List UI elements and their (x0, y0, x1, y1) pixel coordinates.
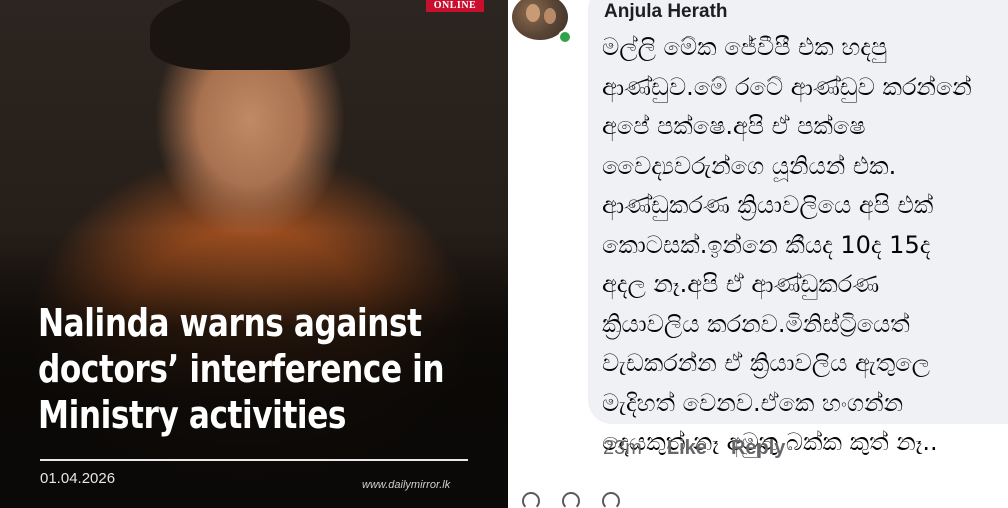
reply-button[interactable]: Reply (731, 437, 785, 460)
comment-panel: Anjula Herath මල්ලි මේක ජේවීපී එක හදපු ආ… (508, 0, 1008, 508)
comment-actions: 23m Like Reply (603, 435, 785, 461)
comment-line: කොටසක්.ඉන්නෙ කීයද 10ද 15ද (602, 230, 931, 259)
news-website: www.dailymirror.lk (362, 479, 451, 491)
share-icon (602, 492, 620, 508)
headline-line-2: doctors’ interference in (38, 347, 445, 391)
comment-line: ක්‍රියාවලිය කරනව.මිනිස්ට්‍රියෙත් (602, 309, 910, 338)
news-card: ONLINE Nalinda warns against doctors’ in… (0, 0, 508, 508)
comment-author-name[interactable]: Anjula Herath (604, 0, 728, 24)
news-headline: Nalinda warns against doctors’ interfere… (38, 300, 445, 438)
comment-line: ආණ්ඩුකරණ ක්‍රියාවලියෙ අපි එක් (602, 191, 934, 219)
comment-line: ආණ්ඩුව.මේ රටේ ආණ්ඩුව කරන්නේ (602, 72, 972, 101)
comment-line: වැඩකරන්න ඒ ක්‍රියාවලිය ඇතුලෙ (602, 349, 930, 377)
avatar-face (544, 8, 556, 24)
comment-line: මල්ලි මේක ජේවීපී එක හදපු (602, 33, 888, 61)
comment-line: මැදිහත් වෙනව.ඒකෙ හංගන්න (602, 388, 904, 417)
card-divider (40, 459, 468, 461)
news-brand-logo: ONLINE (426, 0, 484, 12)
thumbs-up-icon (522, 492, 540, 508)
like-button[interactable]: Like (667, 437, 707, 460)
comment-icon (562, 492, 580, 508)
comment-line: අපේ පක්ෂෙ.අපි ඒ පක්ෂෙ (602, 112, 866, 140)
portrait-hair (150, 0, 350, 70)
news-date: 01.04.2026 (40, 470, 116, 487)
headline-line-1: Nalinda warns against (38, 301, 422, 345)
online-status-icon (558, 30, 572, 44)
avatar-face (526, 4, 540, 22)
comment-line: වෛද්‍යවරුන්ගෙ යූනියන් එක. (602, 151, 897, 180)
next-comment-reactions (522, 492, 722, 508)
headline-line-3: Ministry activities (38, 393, 347, 437)
comment-timestamp[interactable]: 23m (603, 437, 642, 460)
comment-text: මල්ලි මේක ජේවීපී එක හදපු ආණ්ඩුව.මේ රටේ ආ… (602, 28, 1008, 463)
comment-line: අදල නෑ.අපි ඒ ආණ්ඩුකරණ (602, 270, 880, 298)
